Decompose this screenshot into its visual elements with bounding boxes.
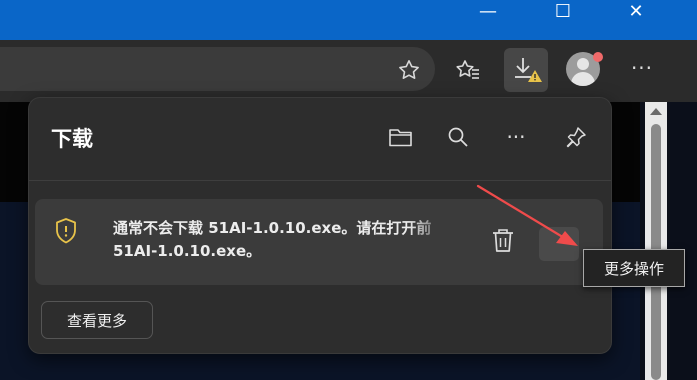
annotation-arrow <box>476 184 578 246</box>
